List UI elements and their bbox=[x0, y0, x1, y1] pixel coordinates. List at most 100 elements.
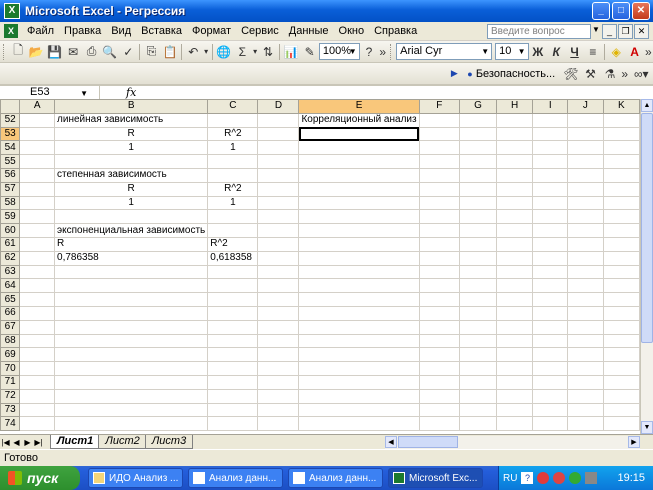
horizontal-scroll-thumb[interactable] bbox=[398, 436, 458, 448]
sheet-tab-3[interactable]: Лист3 bbox=[144, 435, 194, 449]
cell-e53[interactable] bbox=[298, 126, 420, 142]
sheet-tab-2[interactable]: Лист2 bbox=[98, 435, 147, 449]
cell-d65[interactable] bbox=[257, 292, 300, 307]
row-header[interactable]: 61 bbox=[0, 236, 21, 252]
permission-icon[interactable]: ✉ bbox=[64, 43, 82, 61]
row-header[interactable]: 63 bbox=[0, 264, 21, 280]
cell-b64[interactable] bbox=[54, 278, 209, 294]
row-header[interactable]: 74 bbox=[0, 416, 21, 432]
cell-d67[interactable] bbox=[257, 319, 300, 335]
cell-a55[interactable] bbox=[19, 154, 56, 169]
cell-k73[interactable] bbox=[602, 402, 640, 418]
cell-d69[interactable] bbox=[257, 347, 300, 363]
save-icon[interactable]: 💾 bbox=[46, 43, 64, 61]
first-sheet-icon[interactable]: |◀ bbox=[0, 438, 11, 447]
cell-j53[interactable] bbox=[567, 126, 604, 142]
cell-h62[interactable] bbox=[495, 250, 534, 266]
sort-ascending-icon[interactable]: ⇅ bbox=[259, 43, 277, 61]
help-search-dropdown-icon[interactable]: ▼ bbox=[592, 25, 600, 34]
cell-h74[interactable] bbox=[495, 416, 534, 432]
cell-a61[interactable] bbox=[19, 236, 56, 252]
cell-i63[interactable] bbox=[532, 264, 569, 280]
fill-color-icon[interactable]: ◈ bbox=[607, 43, 625, 61]
font-color-icon[interactable]: A bbox=[625, 43, 643, 61]
cell-d73[interactable] bbox=[257, 402, 300, 418]
cell-k71[interactable] bbox=[602, 374, 640, 390]
cell-g53[interactable] bbox=[459, 126, 497, 142]
cell-c55[interactable] bbox=[207, 154, 259, 169]
design-mode-icon[interactable]: ⚗ bbox=[600, 65, 620, 83]
cell-d61[interactable] bbox=[257, 236, 300, 252]
cell-e66[interactable] bbox=[298, 305, 420, 321]
cell-e64[interactable] bbox=[298, 278, 420, 294]
cell-f55[interactable] bbox=[418, 154, 461, 169]
cell-c53[interactable]: R^2 bbox=[207, 126, 259, 142]
menu-help[interactable]: Справка bbox=[369, 23, 422, 40]
cell-j73[interactable] bbox=[567, 402, 604, 418]
cell-j62[interactable] bbox=[567, 250, 604, 266]
cell-j71[interactable] bbox=[567, 374, 604, 390]
cell-e55[interactable] bbox=[298, 154, 420, 169]
cell-h71[interactable] bbox=[495, 374, 534, 390]
menu-window[interactable]: Окно bbox=[334, 23, 370, 40]
cell-k54[interactable] bbox=[602, 140, 640, 156]
menu-insert[interactable]: Вставка bbox=[136, 23, 187, 40]
column-header-j[interactable]: J bbox=[567, 99, 604, 114]
chart-wizard-icon[interactable]: 📊 bbox=[282, 43, 300, 61]
cell-d63[interactable] bbox=[257, 264, 300, 280]
column-header-b[interactable]: B bbox=[54, 99, 209, 114]
cell-g57[interactable] bbox=[459, 181, 497, 197]
cell-d72[interactable] bbox=[257, 388, 300, 404]
name-box-dropdown-icon[interactable]: ▼ bbox=[80, 87, 88, 100]
cell-a53[interactable] bbox=[19, 126, 56, 142]
cell-c71[interactable] bbox=[207, 374, 259, 390]
cell-e56[interactable] bbox=[298, 167, 420, 183]
paste-icon[interactable]: 📋 bbox=[161, 43, 179, 61]
cell-f52[interactable] bbox=[418, 112, 461, 128]
cell-b61[interactable]: R bbox=[54, 236, 209, 252]
cell-j70[interactable] bbox=[567, 361, 604, 376]
cell-a62[interactable] bbox=[19, 250, 56, 266]
cell-h61[interactable] bbox=[495, 236, 534, 252]
cell-j64[interactable] bbox=[567, 278, 604, 294]
cell-j58[interactable] bbox=[567, 195, 604, 211]
cell-i65[interactable] bbox=[532, 292, 569, 307]
menu-format[interactable]: Формат bbox=[187, 23, 236, 40]
cell-h63[interactable] bbox=[495, 264, 534, 280]
cell-k65[interactable] bbox=[602, 292, 640, 307]
open-folder-icon[interactable]: 📂 bbox=[27, 43, 45, 61]
help-search-input[interactable]: Введите вопрос bbox=[487, 24, 591, 39]
row-header[interactable]: 70 bbox=[0, 361, 21, 376]
cell-g58[interactable] bbox=[459, 195, 497, 211]
cell-e68[interactable] bbox=[298, 333, 420, 349]
cell-e60[interactable] bbox=[298, 223, 420, 238]
row-header[interactable]: 67 bbox=[0, 319, 21, 335]
cell-g69[interactable] bbox=[459, 347, 497, 363]
cell-e71[interactable] bbox=[298, 374, 420, 390]
cell-g54[interactable] bbox=[459, 140, 497, 156]
cell-b66[interactable] bbox=[54, 305, 209, 321]
cell-f67[interactable] bbox=[418, 319, 461, 335]
cell-h67[interactable] bbox=[495, 319, 534, 335]
cell-g59[interactable] bbox=[459, 209, 497, 225]
cell-j63[interactable] bbox=[567, 264, 604, 280]
cell-c74[interactable] bbox=[207, 416, 259, 432]
cell-f66[interactable] bbox=[418, 305, 461, 321]
cell-c69[interactable] bbox=[207, 347, 259, 363]
cell-b57[interactable]: R bbox=[54, 181, 209, 197]
language-indicator[interactable]: RU bbox=[503, 473, 517, 484]
cell-h64[interactable] bbox=[495, 278, 534, 294]
menu-view[interactable]: Вид bbox=[106, 23, 136, 40]
cell-g74[interactable] bbox=[459, 416, 497, 432]
cell-c67[interactable] bbox=[207, 319, 259, 335]
sheet-tab-1[interactable]: Лист1 bbox=[50, 435, 101, 449]
cell-i66[interactable] bbox=[532, 305, 569, 321]
cell-e62[interactable] bbox=[298, 250, 420, 266]
print-icon[interactable]: ⎙ bbox=[82, 43, 100, 61]
cell-e61[interactable] bbox=[298, 236, 420, 252]
cell-e52[interactable]: Корреляционный анализ bbox=[298, 112, 420, 128]
cell-c66[interactable] bbox=[207, 305, 259, 321]
cell-e57[interactable] bbox=[298, 181, 420, 197]
cell-b58[interactable]: 1 bbox=[54, 195, 209, 211]
cell-c63[interactable] bbox=[207, 264, 259, 280]
